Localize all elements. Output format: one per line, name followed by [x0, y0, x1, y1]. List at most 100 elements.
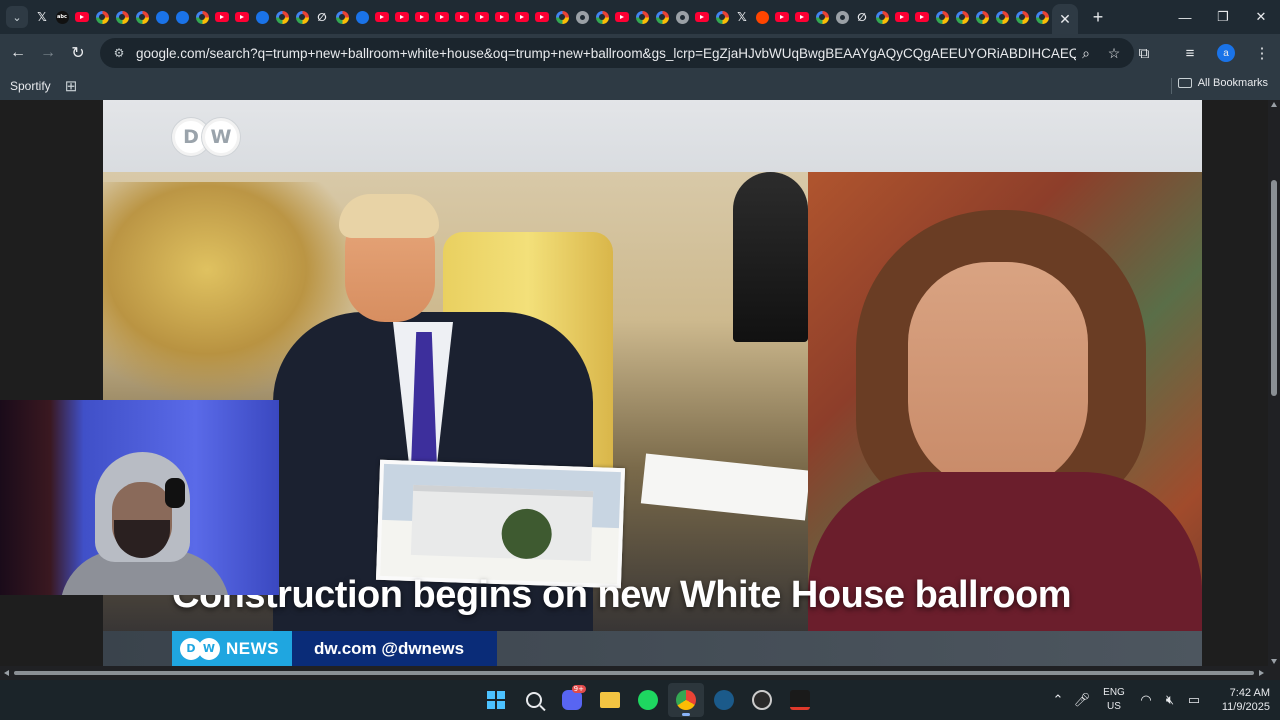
horizontal-scroll-thumb[interactable]: [14, 671, 1254, 675]
tab-50[interactable]: [1032, 3, 1052, 31]
forward-arrow-icon: →: [40, 44, 56, 61]
tab-30[interactable]: [632, 3, 652, 31]
close-window-button[interactable]: ✕: [1242, 0, 1280, 34]
tab-13[interactable]: [292, 3, 312, 31]
scroll-up-icon[interactable]: [1271, 102, 1277, 107]
volume-muted-icon[interactable]: 🔇︎: [1158, 692, 1182, 708]
bookmark-item[interactable]: Sportify: [10, 75, 51, 97]
file-explorer-app[interactable]: [592, 683, 628, 717]
tab-39[interactable]: [812, 3, 832, 31]
capcut-app[interactable]: [782, 683, 818, 717]
chevron-up-icon[interactable]: ⌃: [1046, 692, 1070, 708]
zoom-icon[interactable]: ⌕: [1076, 43, 1096, 63]
discord-app[interactable]: 9+: [554, 683, 590, 717]
tab-10[interactable]: [232, 3, 252, 31]
tab-9[interactable]: [212, 3, 232, 31]
tab-25[interactable]: [532, 3, 552, 31]
tab-20[interactable]: [432, 3, 452, 31]
minimize-button[interactable]: —: [1166, 0, 1204, 34]
obs-app[interactable]: [744, 683, 780, 717]
forward-button[interactable]: →: [33, 38, 63, 68]
reload-button[interactable]: ↻: [63, 38, 93, 68]
vertical-scroll-thumb[interactable]: [1271, 180, 1277, 396]
tab-0[interactable]: 𝕏: [32, 3, 52, 31]
address-bar[interactable]: ⚙ google.com/search?q=trump+new+ballroom…: [100, 38, 1134, 68]
tab-32[interactable]: [672, 3, 692, 31]
tab-7[interactable]: [172, 3, 192, 31]
horizontal-scrollbar[interactable]: [0, 666, 1280, 680]
tab-36[interactable]: [752, 3, 772, 31]
site-info-icon[interactable]: ⚙: [106, 46, 132, 60]
google-icon: [715, 10, 729, 24]
clock[interactable]: 7:42 AM 11/9/2025: [1206, 686, 1270, 714]
tab-44[interactable]: [912, 3, 932, 31]
tab-46[interactable]: [952, 3, 972, 31]
battery-icon[interactable]: ▭: [1182, 692, 1206, 708]
chrome-app[interactable]: [668, 683, 704, 717]
tab-41[interactable]: ∅: [852, 3, 872, 31]
tab-33[interactable]: [692, 3, 712, 31]
wifi-icon[interactable]: ◠: [1134, 692, 1158, 708]
tab-14[interactable]: ∅: [312, 3, 332, 31]
spotify-app[interactable]: [630, 683, 666, 717]
tab-active[interactable]: ✕: [1052, 4, 1078, 34]
tab-37[interactable]: [772, 3, 792, 31]
tab-17[interactable]: [372, 3, 392, 31]
tab-29[interactable]: [612, 3, 632, 31]
all-bookmarks-button[interactable]: All Bookmarks: [1177, 77, 1268, 89]
scroll-left-icon[interactable]: [4, 670, 9, 676]
microphone-icon[interactable]: 🎤︎: [1070, 692, 1094, 708]
back-button[interactable]: ←: [3, 38, 33, 68]
tab-43[interactable]: [892, 3, 912, 31]
tab-11[interactable]: [252, 3, 272, 31]
tab-close-icon[interactable]: ✕: [1059, 11, 1071, 28]
bookmark-star-icon[interactable]: ☆: [1104, 43, 1124, 63]
tab-34[interactable]: [712, 3, 732, 31]
tab-42[interactable]: [872, 3, 892, 31]
tab-47[interactable]: [972, 3, 992, 31]
scroll-right-icon[interactable]: [1259, 670, 1264, 676]
tab-45[interactable]: [932, 3, 952, 31]
profile-avatar[interactable]: a: [1217, 44, 1235, 62]
tab-23[interactable]: [492, 3, 512, 31]
tab-15[interactable]: [332, 3, 352, 31]
tab-40[interactable]: [832, 3, 852, 31]
tab-5[interactable]: [132, 3, 152, 31]
search-button[interactable]: [516, 683, 552, 717]
tab-26[interactable]: [552, 3, 572, 31]
tab-22[interactable]: [472, 3, 492, 31]
restore-button[interactable]: ❐: [1204, 0, 1242, 34]
tab-48[interactable]: [992, 3, 1012, 31]
tab-28[interactable]: [592, 3, 612, 31]
menu-icon[interactable]: ⋮: [1244, 44, 1280, 62]
tab-38[interactable]: [792, 3, 812, 31]
steam-app[interactable]: [706, 683, 742, 717]
tab-2[interactable]: [72, 3, 92, 31]
tab-21[interactable]: [452, 3, 472, 31]
tab-27[interactable]: [572, 3, 592, 31]
tab-19[interactable]: [412, 3, 432, 31]
tab-4[interactable]: [112, 3, 132, 31]
apps-grid-icon[interactable]: ⊞: [65, 77, 78, 95]
media-control-icon[interactable]: ≡: [1172, 45, 1208, 62]
extensions-icon[interactable]: ⧉: [1126, 45, 1162, 62]
url-text[interactable]: google.com/search?q=trump+new+ballroom+w…: [136, 46, 1076, 61]
tab-18[interactable]: [392, 3, 412, 31]
tab-35[interactable]: 𝕏: [732, 3, 752, 31]
tab-1[interactable]: abc: [52, 3, 72, 31]
tab-8[interactable]: [192, 3, 212, 31]
tab-49[interactable]: [1012, 3, 1032, 31]
new-tab-button[interactable]: +: [1086, 5, 1110, 29]
tab-31[interactable]: [652, 3, 672, 31]
youtube-icon: [455, 12, 469, 22]
tab-24[interactable]: [512, 3, 532, 31]
tab-6[interactable]: [152, 3, 172, 31]
start-button[interactable]: [478, 683, 514, 717]
tab-16[interactable]: [352, 3, 372, 31]
language-indicator[interactable]: ENG US: [1094, 686, 1134, 714]
tab-12[interactable]: [272, 3, 292, 31]
vertical-scrollbar[interactable]: [1268, 100, 1280, 666]
tab-3[interactable]: [92, 3, 112, 31]
tab-search-button[interactable]: ⌄: [6, 6, 28, 28]
scroll-down-icon[interactable]: [1271, 659, 1277, 664]
